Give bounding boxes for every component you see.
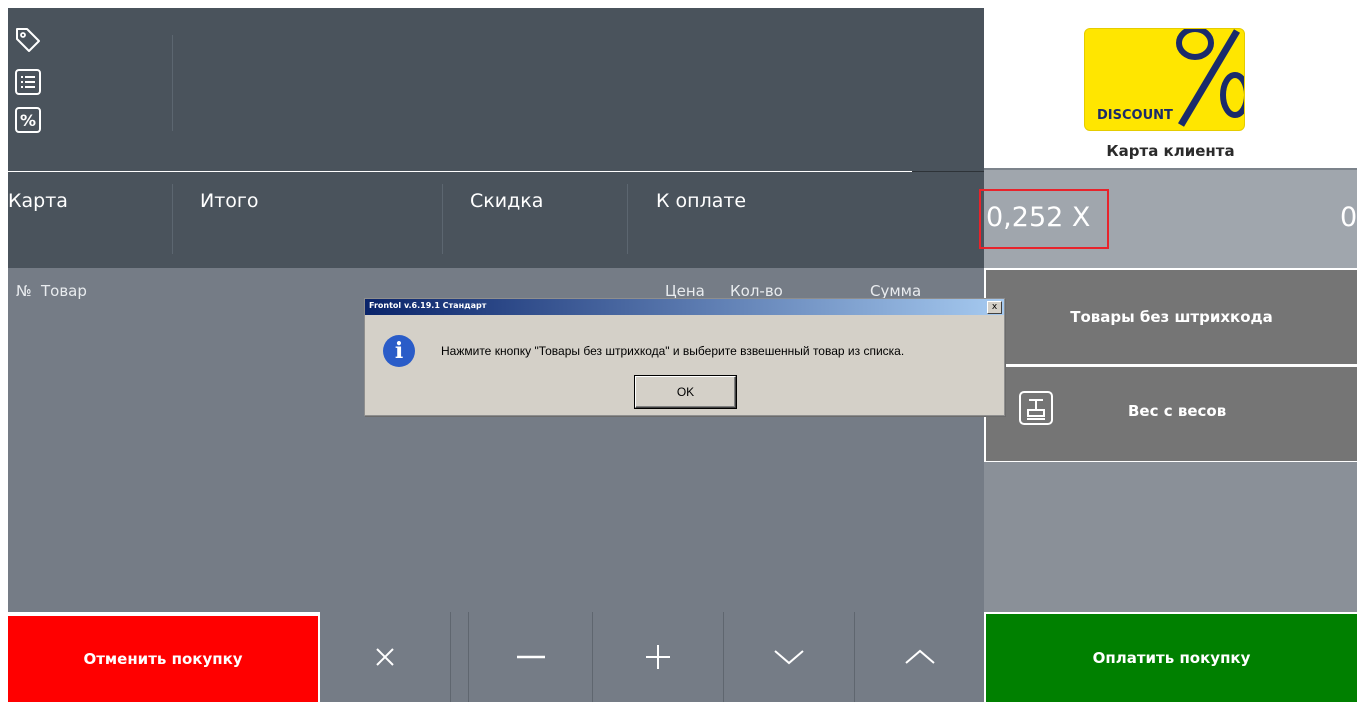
increase-quantity-button[interactable] [593,612,723,702]
chevron-up-icon [904,649,935,664]
scroll-down-button[interactable] [724,612,854,702]
to-pay-label: К оплате [656,190,747,212]
pay-purchase-button[interactable]: Оплатить покупку [986,614,1357,702]
tag-icon[interactable] [14,26,42,54]
cancel-purchase-button[interactable]: Отменить покупку [8,616,318,702]
right-panel-empty-area [984,462,1357,612]
plus-icon [646,645,670,669]
totals-divider [172,184,173,254]
totals-divider [627,184,628,254]
close-icon [376,648,394,666]
header-divider [172,35,173,131]
ok-button[interactable]: OK [635,376,736,408]
amount-value: 0 [1340,202,1357,233]
weight-from-scale-label: Вес с весов [1128,402,1227,420]
info-icon: i [383,335,415,367]
chevron-down-icon [774,650,804,665]
no-barcode-goods-button[interactable]: Товары без штрихкода [986,270,1357,364]
control-divider [468,612,469,702]
scroll-up-button[interactable] [855,612,984,702]
header-panel: % [8,8,984,171]
minus-icon [517,655,545,659]
percent-icon[interactable]: % [14,106,42,134]
card-total-label: Карта [8,190,68,212]
dialog-title: Frontol v.6.19.1 Стандарт [369,301,487,310]
total-label: Итого [200,190,259,212]
dialog-title-bar[interactable]: Frontol v.6.19.1 Стандарт x [365,299,1004,315]
delete-item-button[interactable] [320,612,450,702]
item-controls [320,612,984,702]
svg-text:%: % [20,111,36,130]
discount-label: Скидка [470,190,544,212]
decrease-quantity-button[interactable] [470,612,592,702]
message-dialog: Frontol v.6.19.1 Стандарт x i Нажмите кн… [364,298,1005,416]
totals-bar: Карта Итого Скидка К оплате [8,172,984,268]
list-icon[interactable] [14,68,42,96]
control-divider [450,612,451,702]
discount-logo[interactable]: DISCOUNT [1084,28,1245,131]
scale-icon [1019,391,1053,425]
totals-divider [442,184,443,254]
discount-logo-text: DISCOUNT [1097,108,1173,123]
column-number: № [16,282,32,300]
dialog-message: Нажмите кнопку "Товары без штрихкода" и … [441,344,905,358]
quantity-highlight-box [979,189,1109,249]
customer-card-label: Карта клиента [1106,142,1235,160]
dialog-close-button[interactable]: x [987,301,1002,314]
column-product: Товар [41,282,87,300]
